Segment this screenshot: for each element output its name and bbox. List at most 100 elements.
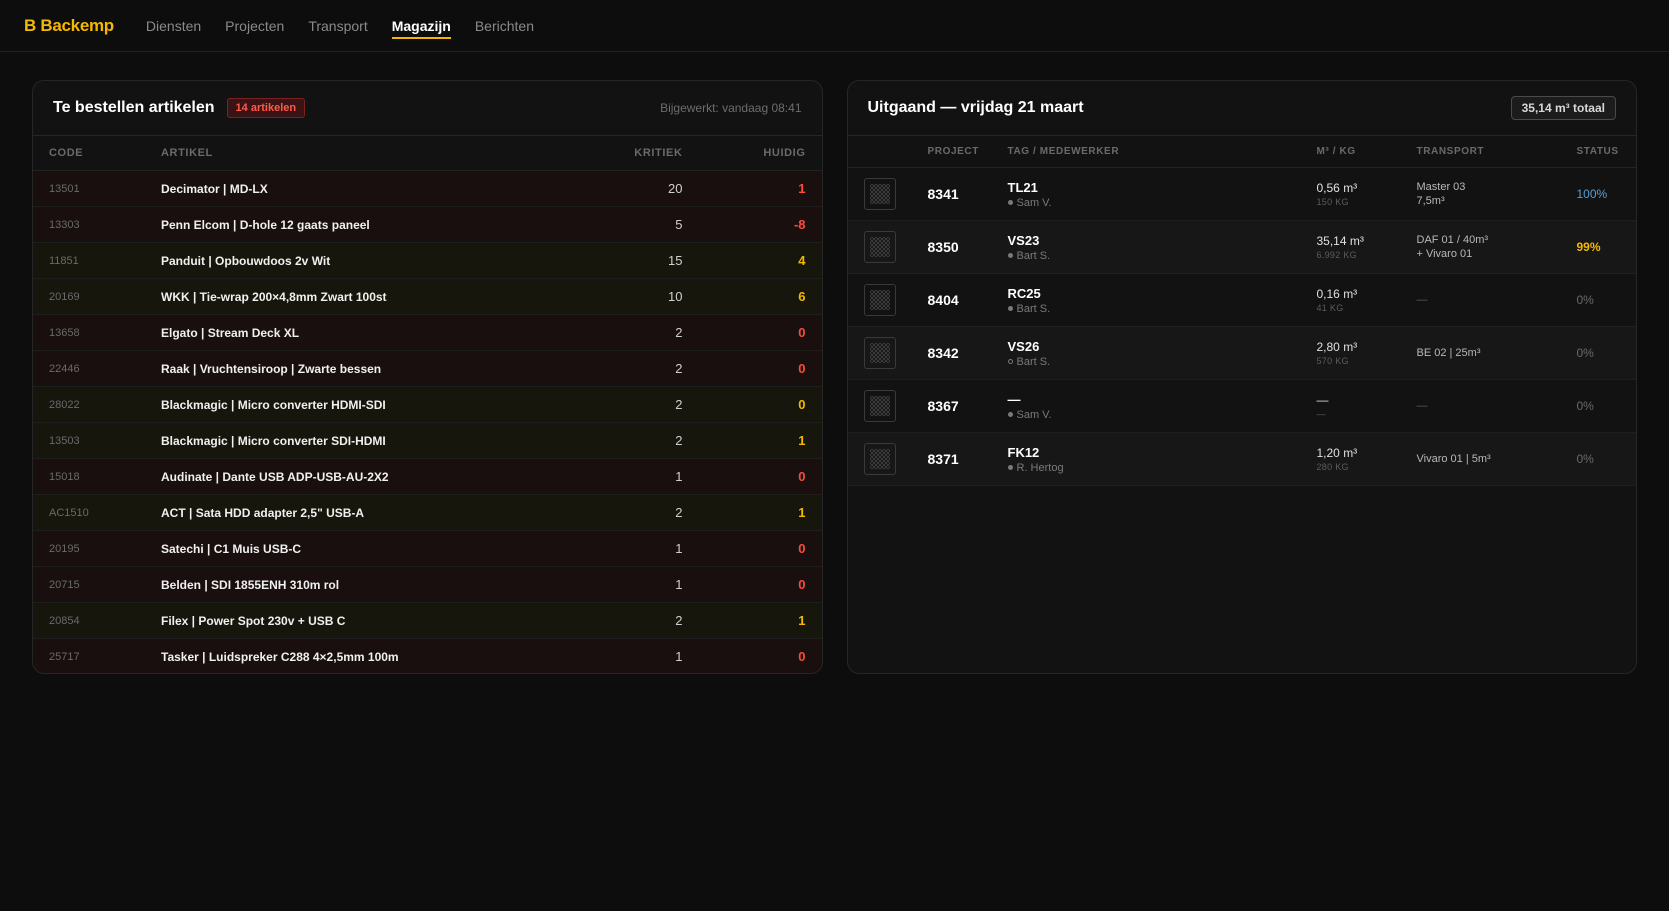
project-thumbnail[interactable] [863, 284, 896, 316]
transport-line-1: Master 03 [1416, 181, 1466, 193]
table-row[interactable]: 13503 Blackmagic | Micro converter SDI-H… [33, 423, 822, 459]
transport-line-2: 7,5m³ [1416, 195, 1445, 207]
nav-item-diensten[interactable]: Diensten [146, 0, 201, 51]
current-stock: 1 [798, 505, 806, 520]
project-thumbnail[interactable] [863, 178, 896, 210]
employee: R. Hertog [1007, 462, 1317, 474]
project-thumbnail[interactable] [863, 443, 896, 475]
nav-item-magazijn[interactable]: Magazijn [391, 0, 451, 51]
article-code: 13501 [49, 182, 80, 195]
critical-stock: 5 [675, 217, 683, 232]
employee-name: Bart S. [1016, 302, 1051, 315]
table-row[interactable]: AC1510 ACT | Sata HDD adapter 2,5" USB-A… [33, 495, 822, 531]
app-logo[interactable]: B Backemp [24, 16, 114, 36]
employee-name: Bart S. [1016, 249, 1051, 262]
transport-line-1: Vivaro 01 | 5m³ [1416, 453, 1491, 465]
critical-stock: 15 [668, 253, 683, 268]
weight-kg: — [1316, 409, 1326, 419]
column-header-code[interactable]: CODE [49, 147, 161, 159]
table-row[interactable]: 8342 VS26 Bart S. 2,80 m³ 570 KG BE 02 |… [847, 327, 1636, 380]
critical-stock: 2 [675, 325, 683, 340]
volume-m3: 35,14 m³ [1316, 234, 1364, 248]
critical-stock: 1 [675, 577, 683, 592]
table-row[interactable]: 11851 Panduit | Opbouwdoos 2v Wit 15 4 [33, 243, 822, 279]
employee-status-dot [1007, 359, 1013, 364]
project-number: 8404 [927, 292, 959, 308]
project-tag: RC25 [1007, 285, 1041, 301]
project-number: 8350 [927, 239, 959, 255]
project-tag: VS26 [1007, 338, 1040, 354]
transport-line-1: — [1416, 294, 1428, 306]
article-name: Filex | Power Spot 230v + USB C [161, 613, 346, 628]
article-code: 13658 [49, 326, 80, 339]
current-stock: 0 [798, 541, 806, 556]
column-header-transport[interactable]: TRANSPORT [1417, 146, 1577, 157]
column-header-kritiek[interactable]: KRITIEK [563, 147, 683, 159]
critical-stock: 10 [668, 289, 683, 304]
project-tag: — [1007, 391, 1021, 407]
article-name: Decimator | MD-LX [161, 181, 268, 196]
table-row[interactable]: 8404 RC25 Bart S. 0,16 m³ 41 KG — 0% [847, 274, 1636, 327]
status-percentage: 0% [1576, 452, 1594, 466]
reorder-table-header: CODE ARTIKEL KRITIEK HUIDIG [33, 136, 822, 171]
status-percentage: 99% [1576, 240, 1601, 254]
transport: — [1417, 399, 1577, 413]
table-row[interactable]: 22446 Raak | Vruchtensiroop | Zwarte bes… [33, 351, 822, 387]
table-row[interactable]: 15018 Audinate | Dante USB ADP-USB-AU-2X… [33, 459, 822, 495]
table-row[interactable]: 20169 WKK | Tie-wrap 200×4,8mm Zwart 100… [33, 279, 822, 315]
critical-stock: 2 [675, 505, 683, 520]
employee-status-dot [1007, 306, 1013, 311]
reorder-count-badge: 14 artikelen [226, 98, 306, 118]
reorder-panel-title: Te bestellen artikelen [53, 99, 215, 116]
column-header-huidig[interactable]: HUIDIG [683, 147, 806, 159]
table-row[interactable]: 8341 TL21 Sam V. 0,56 m³ 150 KG Master 0… [847, 168, 1636, 221]
nav-item-transport[interactable]: Transport [308, 0, 367, 51]
outgoing-table-body: 8341 TL21 Sam V. 0,56 m³ 150 KG Master 0… [847, 168, 1636, 486]
table-row[interactable]: 13658 Elgato | Stream Deck XL 2 0 [33, 315, 822, 351]
employee-status-dot [1007, 412, 1013, 417]
employee-status-dot [1007, 200, 1013, 205]
employee: Bart S. [1007, 302, 1317, 315]
article-name: Satechi | C1 Muis USB-C [161, 541, 302, 556]
table-row[interactable]: 8371 FK12 R. Hertog 1,20 m³ 280 KG Vivar… [847, 433, 1636, 486]
table-row[interactable]: 28022 Blackmagic | Micro converter HDMI-… [33, 387, 822, 423]
article-name: WKK | Tie-wrap 200×4,8mm Zwart 100st [161, 289, 387, 304]
employee: Sam V. [1007, 409, 1317, 421]
table-row[interactable]: 20195 Satechi | C1 Muis USB-C 1 0 [33, 531, 822, 567]
table-row[interactable]: 20715 Belden | SDI 1855ENH 310m rol 1 0 [33, 567, 822, 603]
volume-m3: — [1316, 393, 1329, 407]
table-row[interactable]: 8367 — Sam V. — — — 0% [847, 380, 1636, 433]
project-thumbnail[interactable] [863, 231, 896, 263]
table-row[interactable]: 13501 Decimator | MD-LX 20 1 [33, 171, 822, 207]
project-thumbnail[interactable] [863, 390, 896, 422]
volume-m3: 2,80 m³ [1316, 340, 1358, 354]
nav-item-projecten[interactable]: Projecten [225, 0, 284, 51]
project-thumbnail[interactable] [863, 337, 896, 369]
top-navigation-bar: B Backemp Diensten Projecten Transport M… [0, 0, 1669, 52]
project-number: 8367 [927, 398, 959, 414]
current-stock: 4 [798, 253, 806, 268]
critical-stock: 20 [668, 181, 683, 196]
table-row[interactable]: 8350 VS23 Bart S. 35,14 m³ 6.992 KG DAF … [847, 221, 1636, 274]
table-row[interactable]: 20854 Filex | Power Spot 230v + USB C 2 … [33, 603, 822, 639]
current-stock: 1 [798, 613, 806, 628]
column-header-volume[interactable]: M³ / KG [1317, 146, 1417, 157]
transport: BE 02 | 25m³ [1417, 346, 1577, 360]
column-header-status[interactable]: STATUS [1577, 146, 1621, 157]
current-stock: 0 [798, 397, 806, 412]
article-name: Belden | SDI 1855ENH 310m rol [161, 577, 340, 592]
project-number: 8341 [927, 186, 959, 202]
current-stock: 0 [798, 361, 806, 376]
current-stock: 0 [798, 325, 806, 340]
article-code: 15018 [49, 470, 80, 483]
column-header-project[interactable]: PROJECT [928, 146, 1008, 157]
table-row[interactable]: 25717 Tasker | Luidspreker C288 4×2,5mm … [33, 639, 822, 673]
employee-name: Bart S. [1016, 355, 1051, 368]
nav-item-berichten[interactable]: Berichten [475, 0, 534, 51]
reorder-panel-header: Te bestellen artikelen 14 artikelen Bijg… [33, 81, 822, 136]
employee-status-dot [1007, 465, 1013, 470]
column-header-tag[interactable]: TAG / MEDEWERKER [1008, 146, 1317, 157]
updated-timestamp: Bijgewerkt: vandaag 08:41 [660, 101, 802, 115]
column-header-artikel[interactable]: ARTIKEL [161, 147, 563, 159]
table-row[interactable]: 13303 Penn Elcom | D-hole 12 gaats panee… [33, 207, 822, 243]
